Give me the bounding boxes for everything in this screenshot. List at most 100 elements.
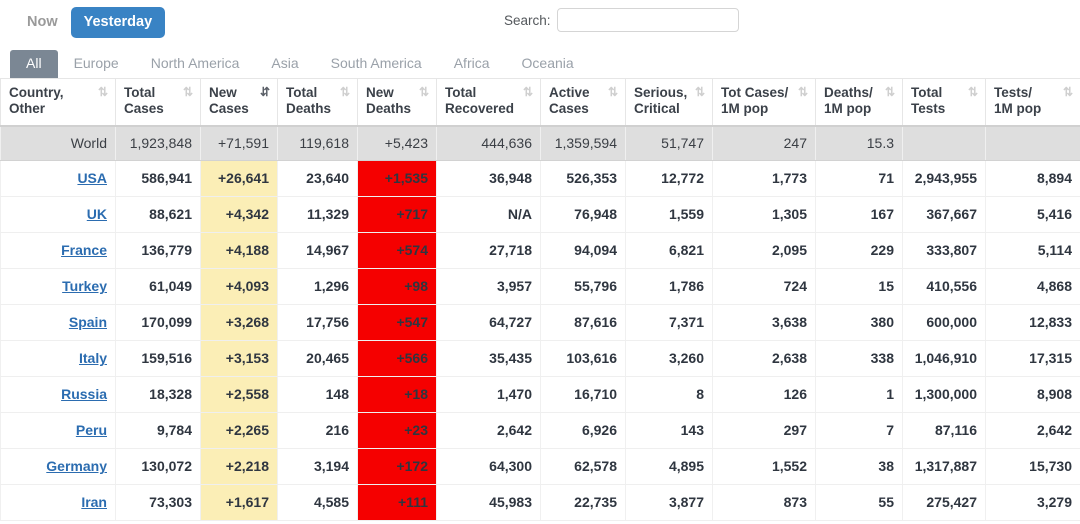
cell-cases-per-1m: 724 [712, 268, 816, 305]
country-link[interactable]: Italy [79, 350, 107, 366]
region-tab-europe[interactable]: Europe [58, 50, 135, 79]
cell-total-deaths: 3,194 [277, 448, 358, 485]
search-area: Search: [504, 8, 739, 32]
cell-tests-per-1m: 5,114 [985, 232, 1080, 269]
column-header-deaths-per-1m[interactable]: ⇅ Deaths/1M pop [815, 77, 903, 127]
cell-total-cases: 136,779 [115, 232, 201, 269]
cell-total-recovered: N/A [436, 196, 541, 233]
column-header-total-cases[interactable]: ⇅ Total Cases [115, 77, 201, 127]
country-link[interactable]: France [61, 242, 107, 258]
sort-icon-total-cases[interactable]: ⇅ [183, 85, 193, 99]
sort-icon-total-recovered[interactable]: ⇅ [523, 85, 533, 99]
column-header-total-tests[interactable]: ⇅ Total Tests [902, 77, 986, 127]
cell-total-tests: 1,317,887 [902, 448, 986, 485]
search-input[interactable] [556, 8, 739, 32]
cell-total-cases: 1,923,848 [115, 125, 201, 161]
cell-total-recovered: 27,718 [436, 232, 541, 269]
cell-cases-per-1m: 2,638 [712, 340, 816, 377]
column-header-country[interactable]: ⇅ Country, Other [0, 77, 116, 127]
sort-icon-total-tests[interactable]: ⇅ [968, 85, 978, 99]
country-link[interactable]: Iran [81, 494, 107, 510]
region-tab-africa[interactable]: Africa [438, 50, 506, 79]
column-header-serious-critical[interactable]: ⇅ Serious, Critical [625, 77, 713, 127]
cell-total-recovered: 1,470 [436, 376, 541, 413]
cell-country: Spain [0, 304, 116, 341]
cell-total-cases: 130,072 [115, 448, 201, 485]
cell-active-cases: 76,948 [540, 196, 626, 233]
sort-icon-serious-critical[interactable]: ⇅ [695, 85, 705, 99]
cell-new-deaths: +574 [357, 232, 437, 269]
cell-total-cases: 88,621 [115, 196, 201, 233]
cell-total-recovered: 64,300 [436, 448, 541, 485]
sort-icon-new-cases-desc[interactable]: ⇵ [260, 85, 270, 99]
cell-deaths-per-1m: 167 [815, 196, 903, 233]
sort-icon-new-deaths[interactable]: ⇅ [419, 85, 429, 99]
region-tab-all[interactable]: All [10, 49, 58, 78]
region-tab-oceania[interactable]: Oceania [506, 50, 590, 79]
cell-new-deaths: +18 [357, 376, 437, 413]
cell-total-cases: 73,303 [115, 484, 201, 521]
cell-serious-critical: 1,559 [625, 196, 713, 233]
table-row: Turkey 61,049 +4,093 1,296 +98 3,957 55,796 1,7… [0, 268, 1080, 305]
cell-cases-per-1m: 1,305 [712, 196, 816, 233]
country-link[interactable]: UK [87, 206, 107, 222]
cell-total-deaths: 20,465 [277, 340, 358, 377]
sort-icon-country[interactable]: ⇅ [98, 85, 108, 99]
sort-icon-tests-per-1m[interactable]: ⇅ [1063, 85, 1073, 99]
cell-total-recovered: 444,636 [436, 125, 541, 161]
country-link[interactable]: USA [77, 170, 107, 186]
column-header-serious-critical-label: Serious, Critical [634, 85, 688, 117]
cell-total-deaths: 17,756 [277, 304, 358, 341]
cell-new-cases: +1,617 [200, 484, 278, 521]
period-toggle-group: Now Yesterday [14, 7, 166, 38]
region-tab-south-america[interactable]: South America [315, 50, 438, 79]
column-header-cases-per-1m[interactable]: ⇅ Tot Cases/1M pop [712, 77, 816, 127]
column-header-tests-per-1m[interactable]: ⇅ Tests/1M pop [985, 77, 1080, 127]
sort-icon-total-deaths[interactable]: ⇅ [340, 85, 350, 99]
country-link[interactable]: Peru [76, 422, 107, 438]
column-header-total-recovered[interactable]: ⇅ Total Recovered [436, 77, 541, 127]
cell-active-cases: 94,094 [540, 232, 626, 269]
table-header: ⇅ Country, Other ⇅ Total Cases ⇵ New Cases … [0, 77, 1080, 127]
table-row: Italy 159,516 +3,153 20,465 +566 35,435 103,61… [0, 340, 1080, 377]
cell-tests-per-1m: 8,894 [985, 160, 1080, 197]
column-header-total-deaths[interactable]: ⇅ Total Deaths [277, 77, 358, 127]
cell-serious-critical: 7,371 [625, 304, 713, 341]
cell-total-deaths: 14,967 [277, 232, 358, 269]
region-tab-north-america[interactable]: North America [135, 50, 256, 79]
column-header-active-cases[interactable]: ⇅ Active Cases [540, 77, 626, 127]
cell-new-cases: +4,188 [200, 232, 278, 269]
cell-active-cases: 62,578 [540, 448, 626, 485]
column-header-new-cases[interactable]: ⇵ New Cases [200, 77, 278, 127]
cell-total-tests: 275,427 [902, 484, 986, 521]
cell-total-recovered: 45,983 [436, 484, 541, 521]
sort-icon-deaths-per-1m[interactable]: ⇅ [885, 85, 895, 99]
cell-deaths-per-1m: 15 [815, 268, 903, 305]
cell-total-deaths: 11,329 [277, 196, 358, 233]
cell-serious-critical: 6,821 [625, 232, 713, 269]
cell-deaths-per-1m: 380 [815, 304, 903, 341]
column-header-total-cases-label: Total Cases [124, 85, 164, 117]
cell-tests-per-1m: 2,642 [985, 412, 1080, 449]
cell-total-recovered: 36,948 [436, 160, 541, 197]
cell-new-deaths: +111 [357, 484, 437, 521]
cell-new-cases: +4,093 [200, 268, 278, 305]
cell-cases-per-1m: 3,638 [712, 304, 816, 341]
period-button-yesterday[interactable]: Yesterday [70, 7, 166, 38]
cell-deaths-per-1m: 55 [815, 484, 903, 521]
sort-icon-active-cases[interactable]: ⇅ [608, 85, 618, 99]
period-button-now[interactable]: Now [14, 7, 71, 38]
cell-serious-critical: 51,747 [625, 125, 713, 161]
cell-total-recovered: 35,435 [436, 340, 541, 377]
region-tab-asia[interactable]: Asia [255, 50, 314, 79]
cell-total-deaths: 119,618 [277, 125, 358, 161]
cell-new-deaths: +5,423 [357, 125, 437, 161]
country-link[interactable]: Turkey [62, 278, 107, 294]
country-link[interactable]: Russia [61, 386, 107, 402]
country-link[interactable]: Spain [69, 314, 107, 330]
column-header-total-tests-label: Total Tests [911, 85, 946, 117]
sort-icon-cases-per-1m[interactable]: ⇅ [798, 85, 808, 99]
country-link[interactable]: Germany [46, 458, 107, 474]
cell-country: France [0, 232, 116, 269]
column-header-new-deaths[interactable]: ⇅ New Deaths [357, 77, 437, 127]
